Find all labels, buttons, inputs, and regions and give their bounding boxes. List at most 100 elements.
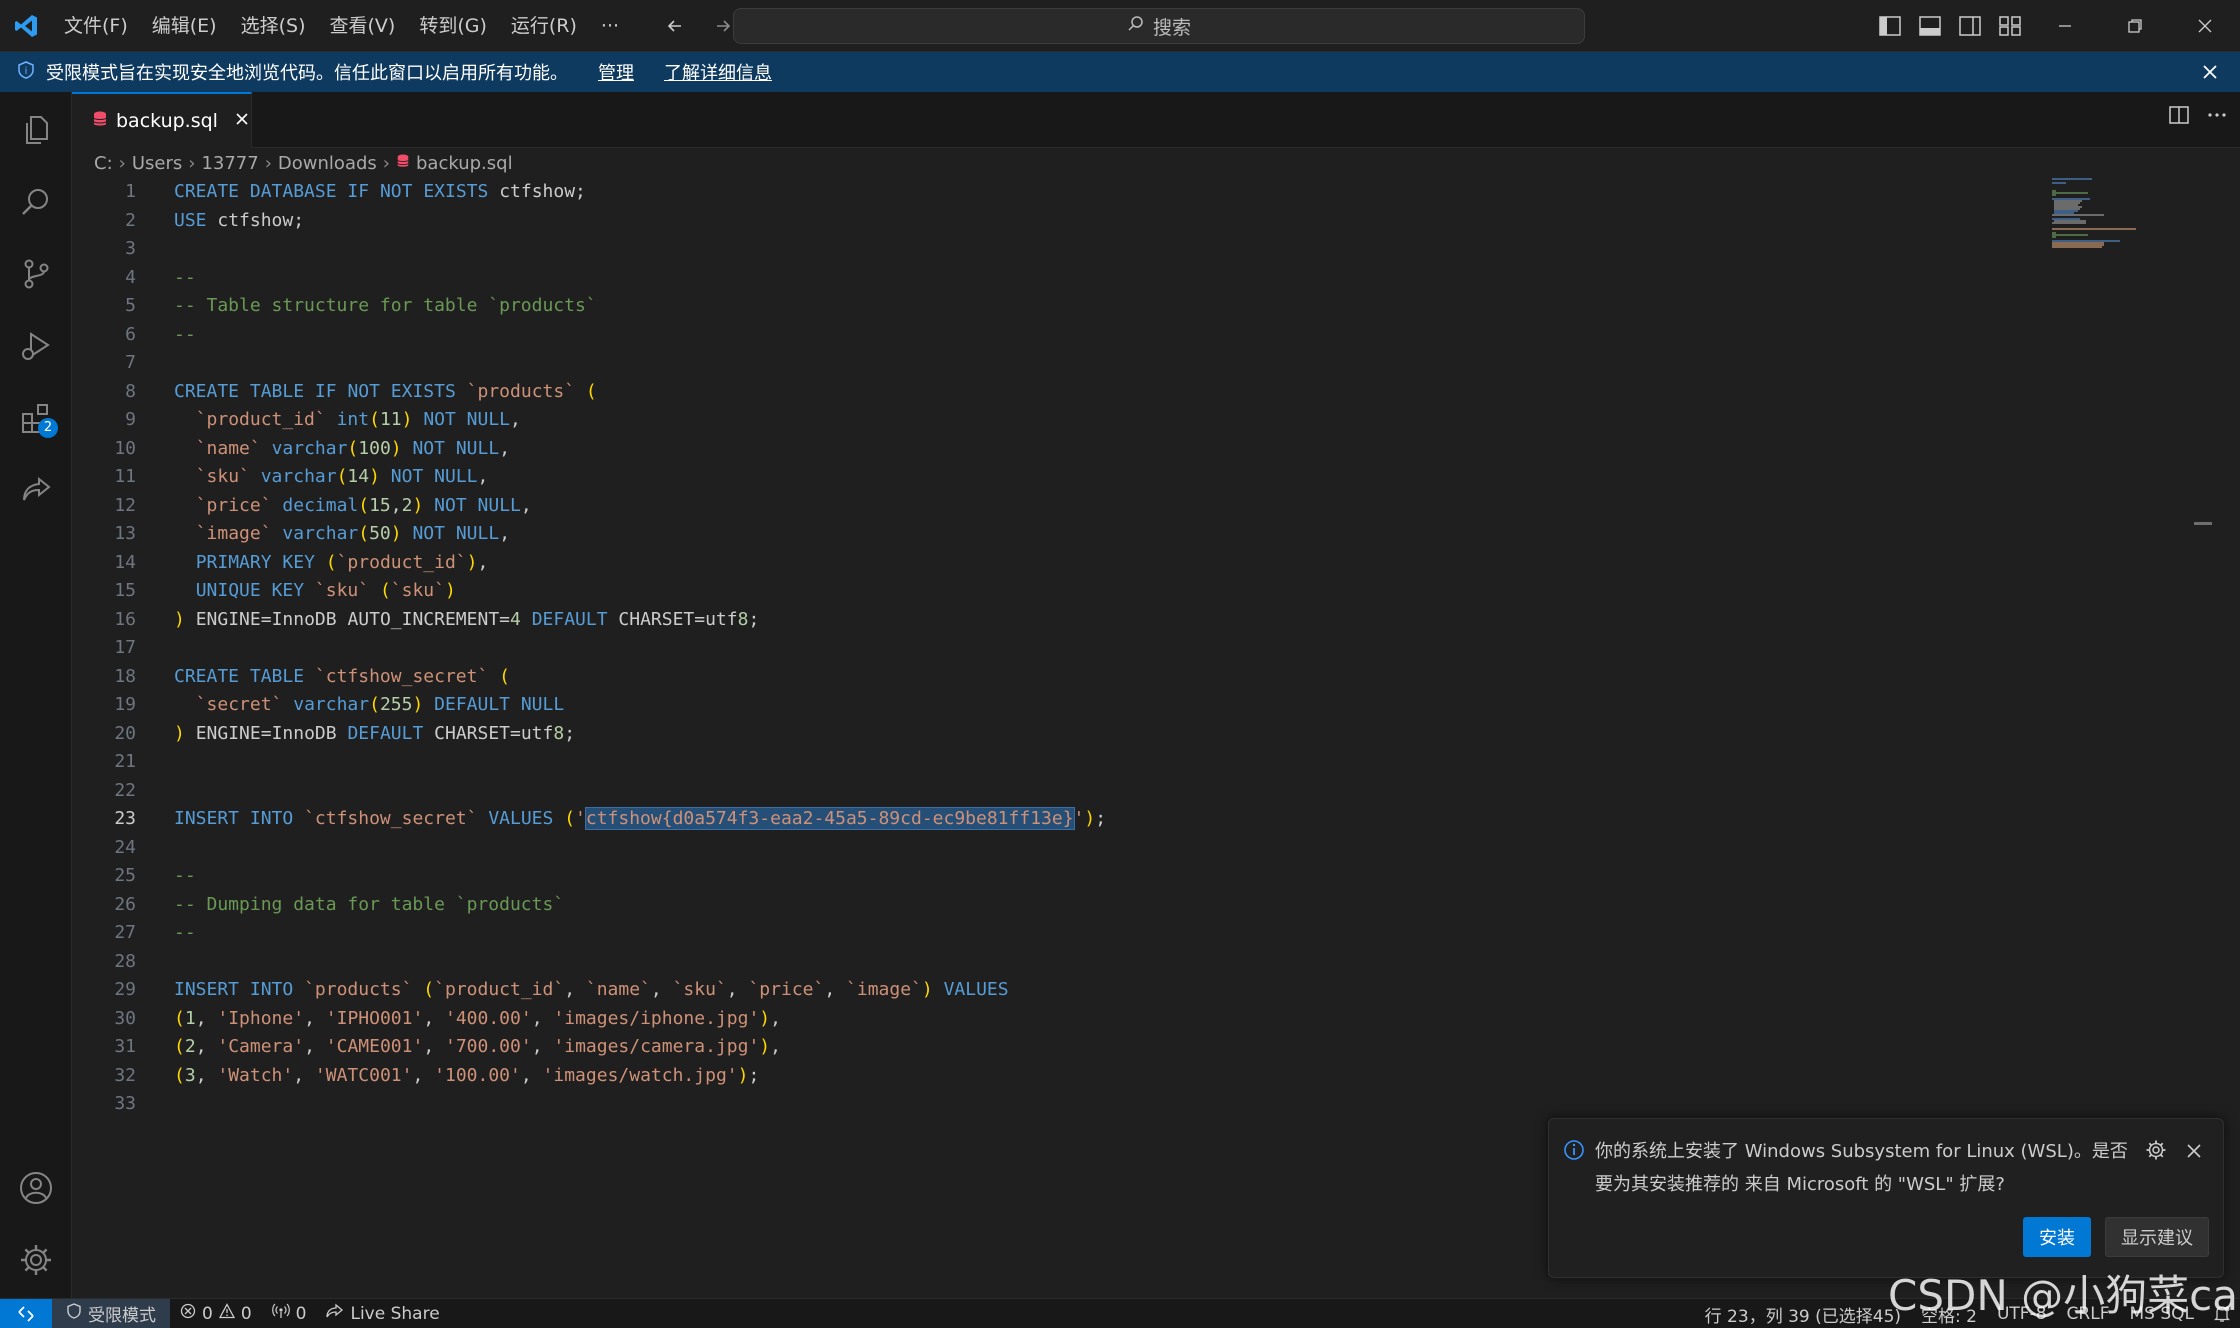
warning-count: 0 <box>240 1303 252 1324</box>
restricted-mode-status[interactable]: 受限模式 <box>52 1298 170 1328</box>
gear-icon[interactable] <box>2145 1139 2167 1166</box>
title-bar: 文件(F) 编辑(E) 选择(S) 查看(V) 转到(G) 运行(R) ··· … <box>0 0 2240 52</box>
line-text: -- <box>174 323 196 345</box>
code-line: 25 -- <box>72 862 1106 891</box>
live-share-icon[interactable] <box>12 466 60 514</box>
line-number: 19 <box>114 694 136 715</box>
extensions-icon[interactable]: 2 <box>12 394 60 442</box>
close-window-icon[interactable] <box>2170 0 2240 52</box>
code-line: 16) ENGINE=InnoDB AUTO_INCREMENT=4 DEFAU… <box>72 606 1106 635</box>
line-number: 13 <box>114 523 136 544</box>
menu-edit[interactable]: 编辑(E) <box>140 0 229 52</box>
line-text: UNIQUE KEY `sku` (`sku`) <box>195 580 456 601</box>
split-editor-icon[interactable] <box>2168 104 2190 131</box>
line-number: 1 <box>125 181 136 202</box>
code-line: 9 `product_id` int(11) NOT NULL, <box>72 406 1106 435</box>
menu-go[interactable]: 转到(G) <box>407 0 499 52</box>
restore-icon[interactable] <box>2100 0 2170 52</box>
wsl-notification: 你的系统上安装了 Windows Subsystem for Linux (WS… <box>1548 1118 2224 1278</box>
menu-file[interactable]: 文件(F) <box>52 0 140 52</box>
shield-icon <box>66 1303 82 1324</box>
source-control-icon[interactable] <box>12 250 60 298</box>
line-text: ) ENGINE=InnoDB DEFAULT CHARSET=utf8; <box>174 722 576 744</box>
manage-gear-icon[interactable] <box>12 1236 60 1284</box>
search-icon[interactable] <box>12 178 60 226</box>
accounts-icon[interactable] <box>12 1164 60 1212</box>
toggle-panel-icon[interactable] <box>1910 6 1950 46</box>
line-text: (2, 'Camera', 'CAME001', '700.00', 'imag… <box>174 1036 781 1057</box>
close-icon[interactable] <box>2185 1141 2203 1165</box>
minimap[interactable] <box>2052 178 2172 258</box>
explorer-icon[interactable] <box>12 106 60 154</box>
code-line: 1 CREATE DATABASE IF NOT EXISTS ctfshow; <box>72 178 1106 207</box>
line-text: ) ENGINE=InnoDB AUTO_INCREMENT=4 DEFAULT… <box>174 608 760 630</box>
line-number: 5 <box>125 295 136 316</box>
ports-status[interactable]: 0 <box>262 1303 317 1324</box>
install-button[interactable]: 安装 <box>2023 1217 2091 1257</box>
line-number: 21 <box>114 751 136 772</box>
line-text: (1, 'Iphone', 'IPHO001', '400.00', 'imag… <box>174 1007 781 1029</box>
menu-view[interactable]: 查看(V) <box>318 0 408 52</box>
line-number: 29 <box>114 979 136 1000</box>
banner-learn-more-link[interactable]: 了解详细信息 <box>664 59 772 85</box>
restricted-mode-label: 受限模式 <box>88 1306 156 1326</box>
problems-status[interactable]: 0 0 <box>170 1303 262 1324</box>
line-number: 4 <box>125 266 136 288</box>
banner-text: 受限模式旨在实现安全地浏览代码。信任此窗口以启用所有功能。 <box>46 63 568 84</box>
back-arrow-icon[interactable] <box>661 12 689 40</box>
code-line: 3 <box>72 235 1106 264</box>
banner-manage-link[interactable]: 管理 <box>598 59 634 85</box>
line-number: 27 <box>114 922 136 943</box>
line-text: `name` varchar(100) NOT NULL, <box>195 437 511 459</box>
toggle-primary-sidebar-icon[interactable] <box>1870 6 1910 46</box>
toggle-secondary-sidebar-icon[interactable] <box>1950 6 1990 46</box>
run-and-debug-icon[interactable] <box>12 322 60 370</box>
line-number: 14 <box>114 551 136 573</box>
close-icon[interactable] <box>2198 60 2222 84</box>
menu-more[interactable]: ··· <box>589 0 631 52</box>
line-text: -- <box>174 266 196 288</box>
show-recommendations-button[interactable]: 显示建议 <box>2105 1217 2209 1257</box>
customize-layout-icon[interactable] <box>1990 6 2030 46</box>
tab-backup-sql[interactable]: backup.sql <box>72 92 252 148</box>
minimize-icon[interactable] <box>2030 0 2100 52</box>
activity-bar: 2 <box>0 92 72 1298</box>
menu-run[interactable]: 运行(R) <box>499 0 589 52</box>
breadcrumb-downloads[interactable]: Downloads <box>278 153 377 174</box>
line-number: 6 <box>125 323 136 345</box>
vscode-logo-icon <box>0 0 52 52</box>
line-number: 20 <box>114 722 136 744</box>
chevron-right-icon: › <box>188 152 196 174</box>
line-number: 7 <box>125 352 136 373</box>
line-number: 15 <box>114 580 136 601</box>
line-text: CREATE TABLE IF NOT EXISTS `products` ( <box>174 380 597 402</box>
code-line: 6 -- <box>72 321 1106 350</box>
warning-icon <box>218 1303 235 1324</box>
chevron-right-icon: › <box>382 152 390 174</box>
breadcrumb-drive[interactable]: C: <box>94 153 113 174</box>
line-number: 25 <box>114 865 136 886</box>
info-icon <box>1563 1139 1585 1166</box>
code-lines: 1 CREATE DATABASE IF NOT EXISTS ctfshow; 2… <box>72 178 1106 1119</box>
menu-selection[interactable]: 选择(S) <box>229 0 318 52</box>
live-share-status[interactable]: Live Share <box>316 1303 449 1324</box>
code-line: 19 `secret` varchar(255) DEFAULT NULL <box>72 691 1106 720</box>
line-text: `sku` varchar(14) NOT NULL, <box>195 466 489 487</box>
line-number: 9 <box>125 409 136 430</box>
breadcrumb-file[interactable]: backup.sql <box>416 153 513 174</box>
close-icon[interactable] <box>234 110 250 132</box>
code-line: 21 <box>72 748 1106 777</box>
scrollbar-cursor-marker <box>2194 522 2212 525</box>
cursor-position-status[interactable]: 行 23，列 39 (已选择45) <box>1695 1302 1911 1327</box>
code-line: 14 PRIMARY KEY (`product_id`), <box>72 549 1106 578</box>
line-text: CREATE TABLE `ctfshow_secret` ( <box>174 665 510 687</box>
breadcrumb-users[interactable]: Users <box>132 153 182 174</box>
menu-bar: 文件(F) 编辑(E) 选择(S) 查看(V) 转到(G) 运行(R) ··· <box>52 0 631 52</box>
line-number: 33 <box>114 1093 136 1114</box>
line-number: 22 <box>114 779 136 801</box>
command-center-search[interactable]: 搜索 <box>733 8 1585 44</box>
more-actions-icon[interactable] <box>2206 104 2228 131</box>
extensions-badge: 2 <box>38 418 58 438</box>
remote-indicator-icon[interactable] <box>0 1298 52 1328</box>
breadcrumb-user-folder[interactable]: 13777 <box>201 153 258 174</box>
